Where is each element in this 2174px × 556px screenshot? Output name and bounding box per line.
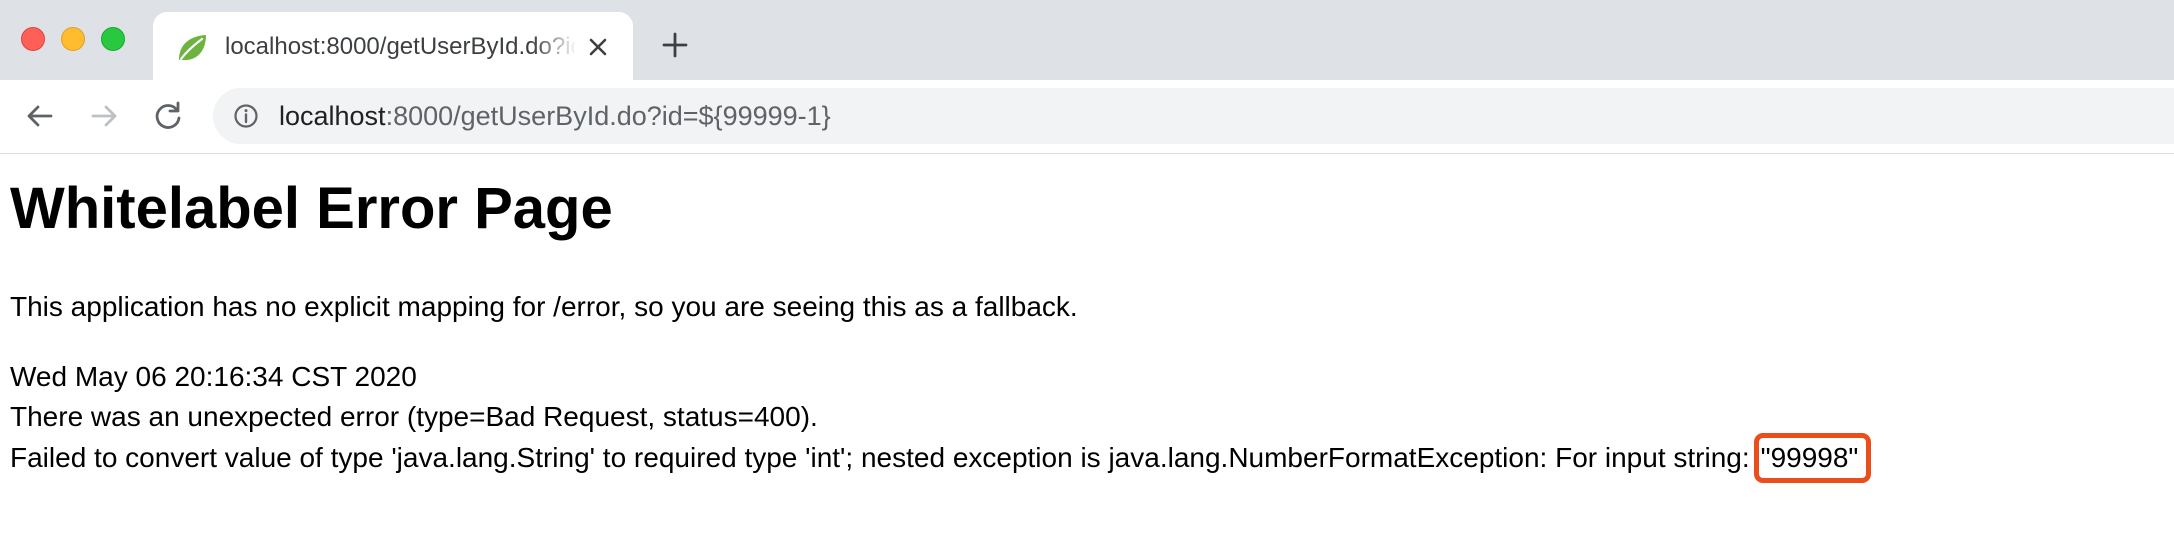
browser-toolbar: localhost:8000/getUserById.do?id=${99999…	[0, 80, 2174, 153]
plus-icon[interactable]	[660, 30, 690, 60]
page-title: Whitelabel Error Page	[10, 176, 613, 241]
browser-chrome: localhost:8000/getUserById.do?id=${99999…	[0, 0, 2174, 154]
url-host: localhost	[279, 101, 386, 131]
arrow-right-icon[interactable]	[86, 98, 122, 134]
url-text[interactable]: localhost:8000/getUserById.do?id=${99999…	[279, 98, 831, 134]
tab-title: localhost:8000/getUserById.do?id=${99999…	[225, 33, 575, 60]
arrow-left-icon[interactable]	[22, 98, 58, 134]
page-content: Whitelabel Error Page This application h…	[0, 154, 2174, 556]
timestamp-text: Wed May 06 20:16:34 CST 2020	[10, 361, 417, 392]
minimize-window-button[interactable]	[61, 27, 85, 51]
info-icon[interactable]	[233, 103, 259, 129]
exception-text: Failed to convert value of type 'java.la…	[10, 433, 1872, 483]
exception-message: Failed to convert value of type 'java.la…	[10, 442, 1750, 473]
active-tab[interactable]: localhost:8000/getUserById.do?id=${99999…	[153, 12, 633, 80]
error-status-text: There was an unexpected error (type=Bad …	[10, 401, 818, 432]
maximize-window-button[interactable]	[101, 27, 125, 51]
url-path: :8000/getUserById.do?id=${99999-1}	[385, 101, 831, 131]
reload-icon[interactable]	[150, 98, 186, 134]
close-window-button[interactable]	[21, 27, 45, 51]
address-bar[interactable]: localhost:8000/getUserById.do?id=${99999…	[213, 88, 2174, 144]
tab-strip: localhost:8000/getUserById.do?id=${99999…	[0, 0, 2174, 80]
highlighted-input-value: "99998"	[1753, 433, 1872, 483]
description-text: This application has no explicit mapping…	[10, 291, 1078, 322]
close-icon[interactable]	[585, 34, 611, 60]
tab-title-fade	[533, 29, 577, 65]
spring-leaf-icon	[179, 35, 206, 61]
